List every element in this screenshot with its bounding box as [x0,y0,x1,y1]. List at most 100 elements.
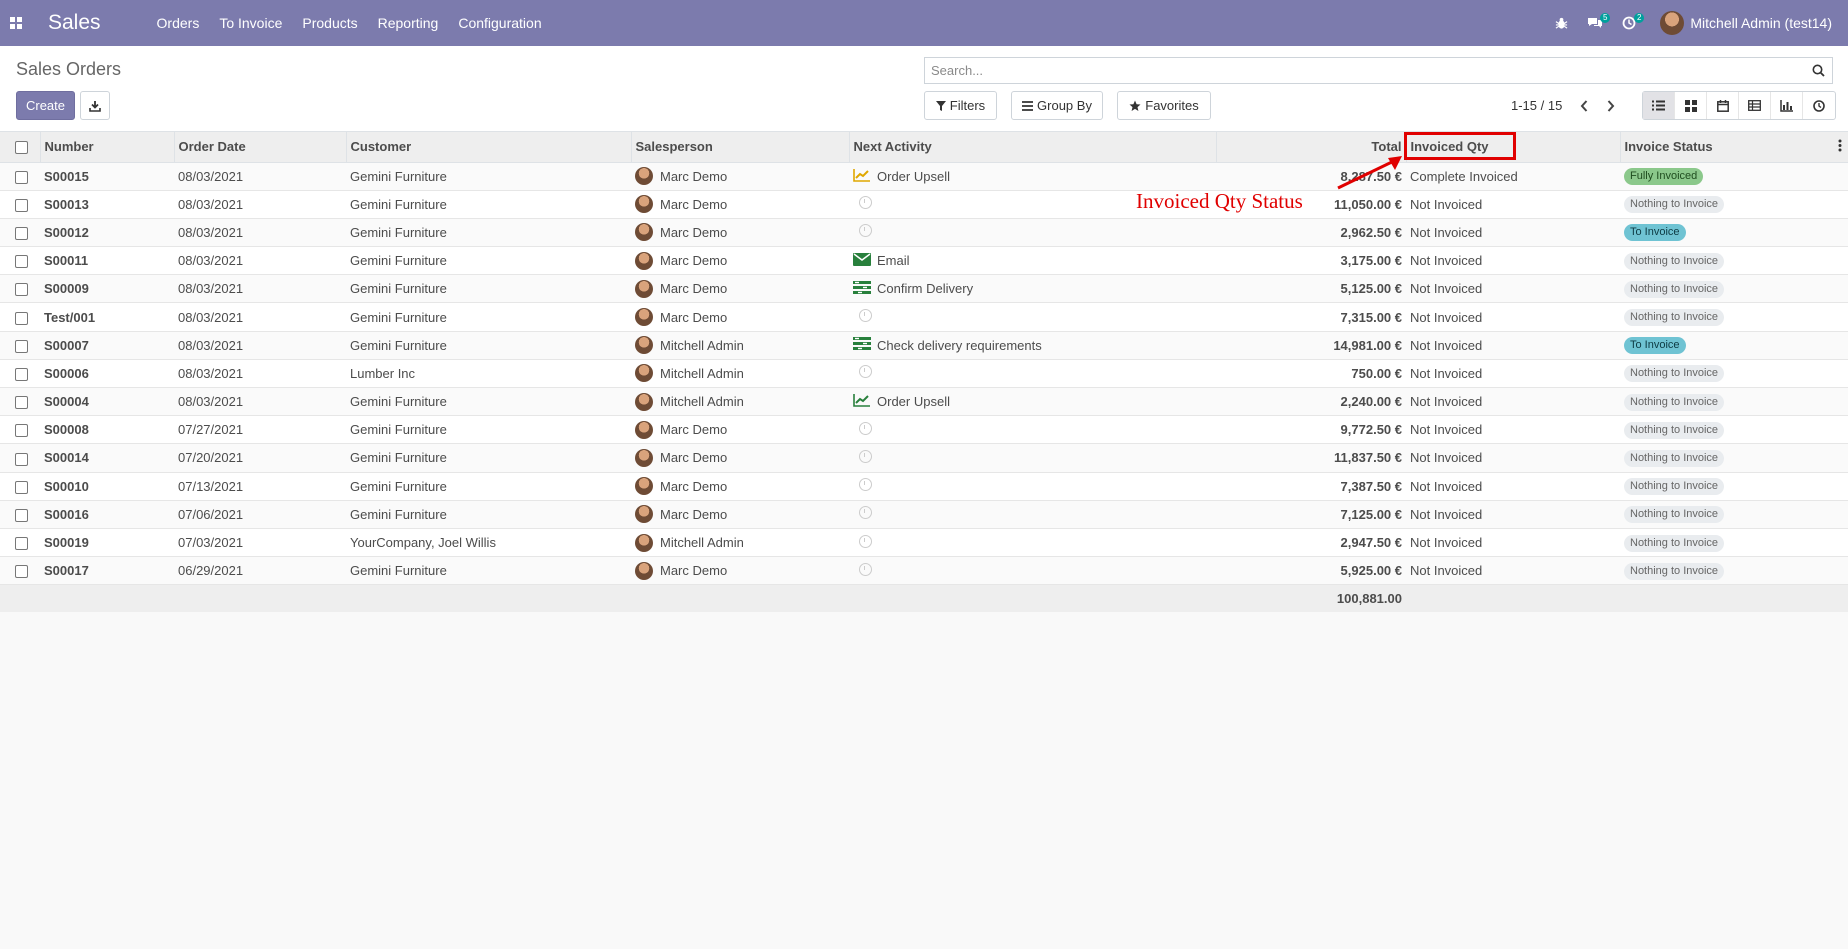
export-download-button[interactable] [80,91,110,120]
clock-icon[interactable] [853,506,872,522]
next-activity-cell[interactable]: Order Upsell [849,387,1216,417]
row-checkbox[interactable] [0,528,40,558]
pager-value[interactable]: 1-15 / 15 [1511,98,1562,113]
next-activity-cell[interactable]: Email [849,246,1216,276]
pivot-view-icon[interactable] [1739,92,1771,119]
row-checkbox[interactable] [0,443,40,473]
debug-bug-icon[interactable] [1544,0,1578,46]
pager-previous-chevron-icon[interactable] [1574,96,1594,116]
pager-next-chevron-icon[interactable] [1601,96,1621,116]
menu-reporting[interactable]: Reporting [368,0,449,46]
row-checkbox[interactable] [0,274,40,304]
table-row[interactable]: S00011 08/03/2021 Gemini Furniture Marc Dem… [0,246,1848,276]
table-row[interactable]: S00019 07/03/2021 YourCompany, Joel Willis… [0,528,1848,558]
column-header-number[interactable]: Number [39,132,174,163]
table-row[interactable]: S00007 08/03/2021 Gemini Furniture Mitchell… [0,331,1848,360]
favorites-button[interactable]: Favorites [1117,91,1211,120]
clock-icon[interactable] [853,534,872,551]
menu-orders[interactable]: Orders [147,0,210,46]
invoice-status-badge: To Invoice [1624,224,1686,242]
upsell-chart-icon-green[interactable] [853,393,871,410]
table-row[interactable]: S00006 08/03/2021 Lumber Inc Mitchell Admin… [0,359,1848,389]
clock-icon[interactable] [853,421,872,438]
next-activity-cell[interactable]: Order Upsell [849,162,1216,191]
next-activity-cell[interactable]: Check delivery requirements [849,331,1216,360]
next-activity-cell[interactable] [849,528,1216,558]
row-checkbox[interactable] [0,556,40,586]
clock-icon[interactable] [853,478,872,494]
row-checkbox[interactable] [0,387,40,417]
list-view-icon[interactable] [1643,92,1675,119]
clock-icon[interactable] [853,365,872,381]
search-input[interactable]: Search... [924,57,1833,84]
column-header-invoice-status[interactable]: Invoice Status [1619,132,1848,163]
salesperson-avatar [635,279,653,298]
menu-to-invoice[interactable]: To Invoice [209,0,292,46]
apps-menu-icon[interactable] [0,0,32,46]
kanban-view-icon[interactable] [1675,92,1707,119]
email-icon[interactable] [853,252,871,269]
table-row[interactable]: S00013 08/03/2021 Gemini Furniture Marc Dem… [0,190,1848,219]
table-row[interactable]: S00004 08/03/2021 Gemini Furniture Mitchell… [0,387,1848,417]
table-row[interactable]: S00015 08/03/2021 Gemini Furniture Marc Dem… [0,162,1848,191]
row-checkbox[interactable] [0,246,40,276]
next-activity-cell[interactable] [849,302,1216,332]
create-button[interactable]: Create [16,91,75,120]
next-activity-cell[interactable] [849,443,1216,473]
menu-configuration[interactable]: Configuration [448,0,551,46]
table-row[interactable]: S00012 08/03/2021 Gemini Furniture Marc Dem… [0,218,1848,248]
row-checkbox[interactable] [0,218,40,248]
filters-button[interactable]: Filters [924,91,997,120]
tasks-icon[interactable] [853,280,871,297]
next-activity-cell[interactable] [849,556,1216,586]
next-activity-cell[interactable] [849,472,1216,501]
table-row[interactable]: S00009 08/03/2021 Gemini Furniture Marc Dem… [0,274,1848,304]
column-header-customer[interactable]: Customer [345,132,631,163]
clock-icon[interactable] [853,449,872,466]
column-header-order-date[interactable]: Order Date [173,132,346,163]
row-checkbox[interactable] [0,359,40,389]
user-menu[interactable]: Mitchell Admin (test14) [1646,11,1848,35]
graph-view-icon[interactable] [1771,92,1803,119]
row-checkbox[interactable] [0,500,40,529]
salesperson-avatar [635,308,653,327]
row-checkbox[interactable] [0,415,40,445]
next-activity-cell[interactable] [849,415,1216,445]
menu-products[interactable]: Products [292,0,367,46]
table-row[interactable]: S00014 07/20/2021 Gemini Furniture Marc Dem… [0,443,1848,473]
activity-view-clock-icon[interactable] [1803,92,1835,119]
app-brand[interactable]: Sales [48,11,101,35]
table-row[interactable]: S00016 07/06/2021 Gemini Furniture Marc Dem… [0,500,1848,529]
next-activity-cell[interactable] [849,218,1216,248]
user-avatar [1660,11,1685,35]
activities-clock-icon[interactable]: 2 [1612,0,1646,46]
table-row[interactable]: S00017 06/29/2021 Gemini Furniture Marc Dem… [0,556,1848,586]
tasks-icon[interactable] [853,337,871,353]
row-checkbox[interactable] [0,472,40,501]
clock-icon[interactable] [853,309,872,325]
salesperson-avatar [635,223,653,242]
next-activity-cell[interactable] [849,359,1216,389]
clock-icon[interactable] [853,224,872,240]
column-header-next-activity[interactable]: Next Activity [848,132,1216,163]
clock-icon[interactable] [853,562,872,579]
next-activity-cell[interactable]: Confirm Delivery [849,274,1216,304]
table-row[interactable]: S00008 07/27/2021 Gemini Furniture Marc Dem… [0,415,1848,445]
row-checkbox[interactable] [0,162,40,191]
table-row[interactable]: S00010 07/13/2021 Gemini Furniture Marc Dem… [0,472,1848,501]
invoice-status-cell: Nothing to Invoice [1620,359,1848,389]
optional-columns-toggle-icon[interactable] [1838,139,1842,155]
row-checkbox[interactable] [0,190,40,219]
row-checkbox[interactable] [0,331,40,360]
table-row[interactable]: Test/001 08/03/2021 Gemini Furniture Marc D… [0,302,1848,332]
group-by-button[interactable]: Group By [1011,91,1103,120]
clock-icon[interactable] [853,196,872,212]
next-activity-cell[interactable] [849,500,1216,529]
messages-icon[interactable]: 5 [1578,0,1612,46]
row-checkbox[interactable] [0,302,40,332]
upsell-chart-icon-yellow[interactable] [853,168,871,185]
select-all-checkbox[interactable] [0,132,40,163]
column-header-salesperson[interactable]: Salesperson [630,132,849,163]
salesperson-avatar [635,392,653,411]
calendar-view-icon[interactable] [1707,92,1739,119]
